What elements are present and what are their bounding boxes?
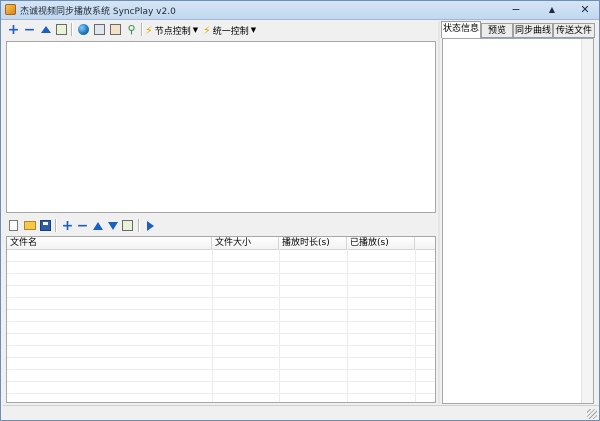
column-header-duration[interactable]: 播放时长(s) bbox=[279, 237, 347, 249]
column-header-played[interactable]: 已播放(s) bbox=[347, 237, 415, 249]
status-info-panel[interactable] bbox=[442, 38, 594, 404]
move-up-icon[interactable] bbox=[90, 218, 105, 233]
splitter[interactable] bbox=[438, 21, 440, 404]
column-header-filename[interactable]: 文件名 bbox=[7, 237, 212, 249]
tab-status-info[interactable]: 状态信息 bbox=[441, 21, 481, 38]
resize-grip[interactable] bbox=[587, 409, 597, 419]
table-row bbox=[7, 309, 435, 310]
right-panel: 状态信息 预览 同步曲线 传送文件 bbox=[441, 21, 595, 404]
toolbar-separator bbox=[141, 23, 143, 36]
title-bar[interactable]: 杰诚视频同步播放系统 SyncPlay v2.0 − ▲ ✕ bbox=[1, 1, 599, 20]
move-down-icon[interactable] bbox=[105, 218, 120, 233]
status-bar bbox=[3, 405, 599, 420]
unified-control-menu[interactable]: ⚡ 统一控制 ▼ bbox=[203, 23, 256, 37]
refresh-list-icon[interactable] bbox=[120, 218, 135, 233]
file-list-table[interactable]: 文件名 文件大小 播放时长(s) 已播放(s) bbox=[6, 236, 436, 403]
globe-icon[interactable] bbox=[76, 22, 91, 37]
play-icon[interactable] bbox=[143, 218, 158, 233]
node-view-panel[interactable] bbox=[6, 41, 436, 213]
tab-strip: 状态信息 预览 同步曲线 传送文件 bbox=[441, 21, 595, 38]
table-row bbox=[7, 381, 435, 382]
chevron-down-icon: ▼ bbox=[250, 26, 257, 34]
main-toolbar: + − ⚲ ⚡ 节点控制 ▼ ⚡ 统一控制 ▼ bbox=[3, 21, 436, 39]
table-row bbox=[7, 273, 435, 274]
bolt-icon: ⚡ bbox=[145, 23, 153, 37]
maximize-button[interactable]: ▲ bbox=[542, 2, 562, 17]
table-row bbox=[7, 345, 435, 346]
remove-file-icon[interactable]: − bbox=[75, 218, 90, 233]
window-title: 杰诚视频同步播放系统 SyncPlay v2.0 bbox=[20, 7, 176, 17]
table-row bbox=[7, 333, 435, 334]
user-icon[interactable] bbox=[92, 22, 107, 37]
network-icon[interactable]: ⚲ bbox=[124, 22, 139, 37]
save-icon[interactable] bbox=[38, 218, 53, 233]
node-control-label: 节点控制 bbox=[154, 26, 191, 37]
new-file-icon[interactable] bbox=[6, 218, 21, 233]
vertical-scrollbar[interactable] bbox=[581, 39, 593, 403]
minimize-button[interactable]: − bbox=[506, 2, 526, 17]
table-row bbox=[7, 393, 435, 394]
file-toolbar: + − bbox=[3, 217, 436, 234]
tab-sync-curve[interactable]: 同步曲线 bbox=[513, 23, 553, 37]
table-row bbox=[7, 285, 435, 286]
toolbar-separator bbox=[55, 219, 57, 232]
table-header: 文件名 文件大小 播放时长(s) 已播放(s) bbox=[7, 237, 435, 250]
chevron-down-icon: ▼ bbox=[192, 26, 199, 34]
node-control-menu[interactable]: ⚡ 节点控制 ▼ bbox=[145, 23, 198, 37]
app-window: 杰诚视频同步播放系统 SyncPlay v2.0 − ▲ ✕ + − ⚲ ⚡ 节… bbox=[0, 0, 600, 421]
close-button[interactable]: ✕ bbox=[575, 2, 595, 17]
refresh-icon[interactable] bbox=[54, 22, 69, 37]
up-icon[interactable] bbox=[38, 22, 53, 37]
column-header-filesize[interactable]: 文件大小 bbox=[212, 237, 279, 249]
table-row bbox=[7, 297, 435, 298]
house-icon[interactable] bbox=[108, 22, 123, 37]
table-row bbox=[7, 261, 435, 262]
table-row bbox=[7, 321, 435, 322]
remove-icon[interactable]: − bbox=[22, 22, 37, 37]
open-folder-icon[interactable] bbox=[22, 218, 37, 233]
add-file-icon[interactable]: + bbox=[60, 218, 75, 233]
toolbar-separator bbox=[71, 23, 73, 36]
toolbar-separator bbox=[138, 219, 140, 232]
unified-control-label: 统一控制 bbox=[212, 26, 249, 37]
app-icon bbox=[5, 4, 16, 15]
tab-preview[interactable]: 预览 bbox=[481, 23, 513, 37]
table-row bbox=[7, 357, 435, 358]
add-icon[interactable]: + bbox=[6, 22, 21, 37]
table-row bbox=[7, 369, 435, 370]
bolt-icon: ⚡ bbox=[203, 23, 211, 37]
tab-transfer-file[interactable]: 传送文件 bbox=[553, 23, 595, 37]
